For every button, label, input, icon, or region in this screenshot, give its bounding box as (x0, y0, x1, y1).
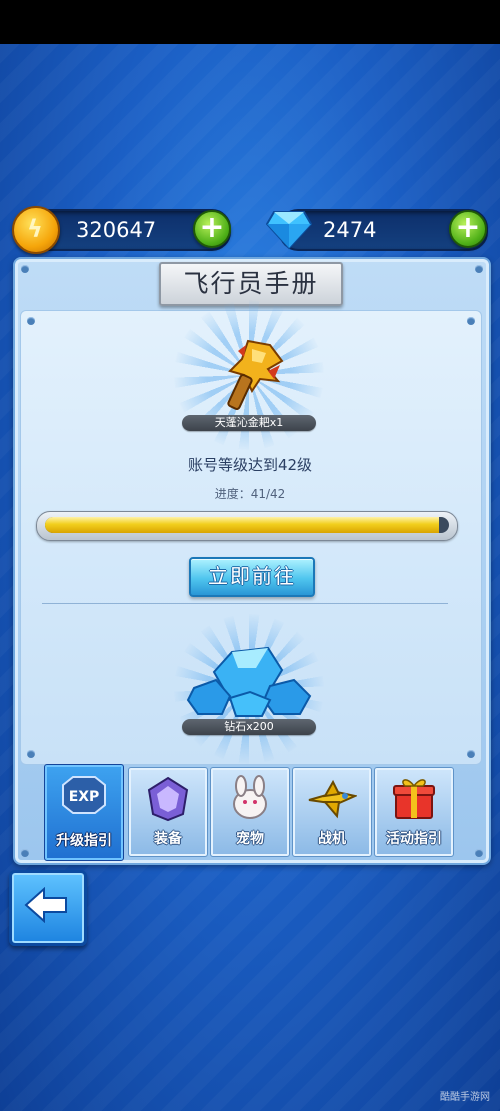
reward-name-label: 天蓬沁金耙x1 (182, 415, 316, 431)
fighter-jet-icon (308, 779, 357, 819)
pet-icon (233, 775, 267, 819)
tab-equipment[interactable]: 装备 (128, 767, 208, 857)
tab-upgrade-guide[interactable]: EXP 升级指引 (44, 764, 124, 861)
tab-label: 战机 (318, 831, 346, 847)
gem-amount: 2474 (323, 218, 377, 242)
tab-event-guide[interactable]: 活动指引 (374, 767, 454, 857)
exp-badge-text: EXP (69, 789, 100, 805)
go-now-button[interactable]: 立即前往 (189, 557, 315, 597)
rivet (467, 317, 475, 325)
tab-label: 装备 (154, 831, 182, 847)
diamond-pile-icon (186, 646, 312, 717)
add-coins-button[interactable]: + (193, 210, 231, 248)
status-bar (0, 0, 500, 44)
progress-text: 进度：41/42 (214, 487, 286, 501)
tab-fighter[interactable]: 战机 (292, 767, 372, 857)
rivet (21, 849, 29, 857)
gold-coin-icon: ϟ (12, 206, 60, 254)
golden-rake-weapon-icon (227, 339, 284, 410)
reward-name-label: 钻石x200 (182, 719, 316, 735)
tab-label: 活动指引 (386, 831, 442, 847)
rivet (467, 750, 475, 758)
tab-pet[interactable]: 宠物 (210, 767, 290, 857)
rivet (27, 317, 35, 325)
back-arrow-icon (24, 887, 67, 923)
watermark: 酷酷手游网 (440, 1092, 490, 1103)
quest-description: 账号等级达到42级 (187, 456, 313, 474)
rivet (475, 265, 483, 273)
add-gems-button[interactable]: + (449, 210, 487, 248)
divider (42, 603, 448, 604)
tab-label: 升级指引 (56, 833, 112, 849)
rivet (475, 849, 483, 857)
equipment-icon (147, 776, 189, 822)
back-button[interactable] (9, 870, 87, 946)
rivet (21, 265, 29, 273)
gift-box-icon (393, 779, 435, 819)
tab-label: 宠物 (236, 831, 264, 847)
progress-fill (45, 517, 440, 533)
diamond-icon (266, 211, 312, 250)
exp-icon: EXP (62, 776, 106, 814)
rivet (27, 750, 35, 758)
progress-track (45, 517, 449, 533)
progress-bar (36, 511, 458, 541)
coin-amount: 320647 (76, 218, 157, 242)
